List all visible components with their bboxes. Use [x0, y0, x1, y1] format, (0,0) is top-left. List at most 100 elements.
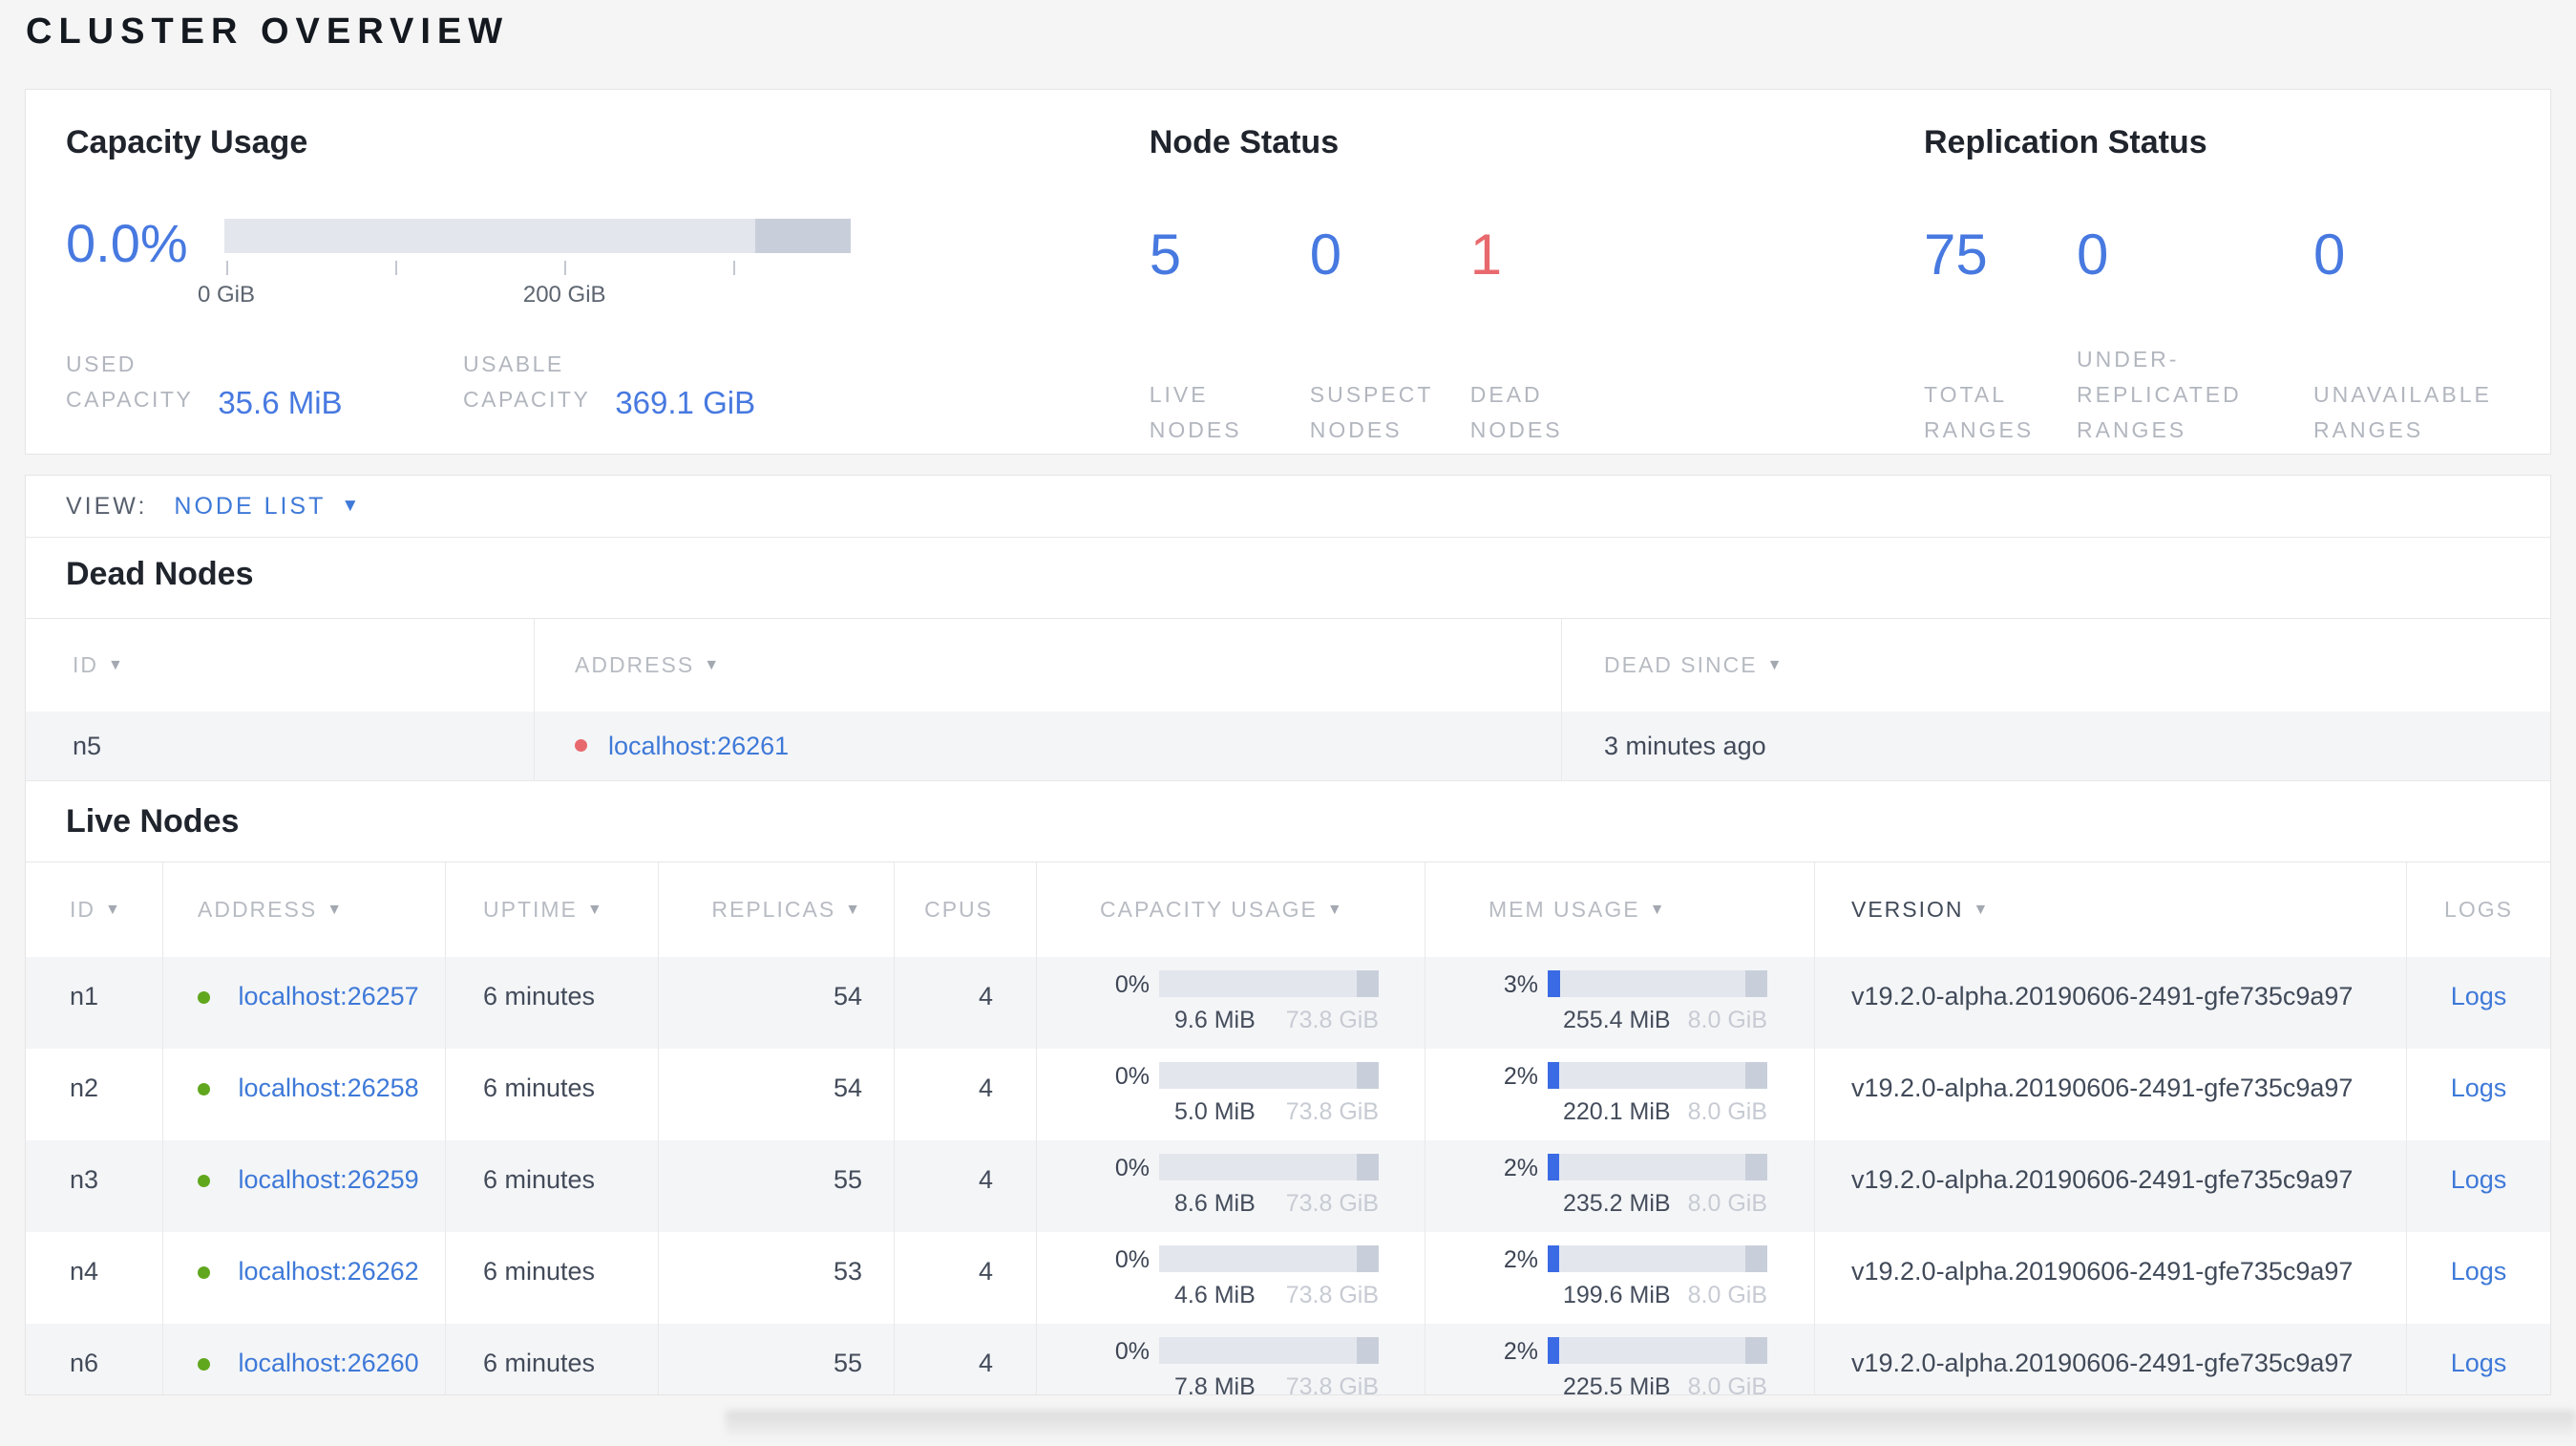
node-address-link[interactable]: localhost:26259	[239, 1165, 419, 1194]
logs-cell: Logs	[2407, 1140, 2550, 1232]
sort-arrow-icon: ▼	[845, 901, 862, 918]
used-capacity-stat: USED CAPACITY 35.6 MiB	[66, 347, 463, 418]
view-label: VIEW:	[66, 492, 148, 520]
mem-bar	[1548, 1062, 1767, 1089]
dead-status-dot-icon	[575, 738, 587, 752]
column-header-mem-usage[interactable]: MEM USAGE ▼	[1425, 862, 1815, 957]
node-address-cell: localhost:26258	[163, 1049, 446, 1140]
dead-nodes-header-row: ID ▼ ADDRESS ▼ DEAD SINCE ▼	[26, 618, 2550, 712]
node-id-cell: n4	[26, 1232, 163, 1324]
label-line: UNAVAILABLE	[2313, 382, 2492, 407]
node-status-stats: 5 LIVE NODES 0 SUSPECT NODES 1 DEAD NODE…	[1150, 224, 1924, 448]
node-address-link[interactable]: localhost:26262	[239, 1257, 419, 1286]
dead-since-cell: 3 minutes ago	[1604, 731, 1766, 760]
mem-usage-cell: 2% 235.2 MiB 8.0 GiB	[1425, 1140, 1815, 1232]
dead-nodes-count: 1	[1469, 223, 1503, 287]
column-header-id[interactable]: ID ▼	[26, 619, 535, 712]
capacity-used-value: 8.6 MiB	[1174, 1190, 1256, 1217]
column-header-id[interactable]: ID ▼	[26, 862, 163, 957]
node-address-link[interactable]: localhost:26261	[608, 732, 789, 761]
capacity-bar	[1159, 1245, 1379, 1272]
node-address-link[interactable]: localhost:26257	[239, 982, 419, 1010]
column-header-uptime[interactable]: UPTIME ▼	[446, 862, 659, 957]
capacity-percent: 0%	[1114, 1155, 1150, 1181]
column-header-address[interactable]: ADDRESS ▼	[163, 862, 446, 957]
live-nodes-stat: 5 LIVE NODES	[1150, 224, 1310, 448]
capacity-used-value: 5.0 MiB	[1174, 1098, 1256, 1125]
column-header-cpus: CPUS	[895, 862, 1037, 957]
logs-cell: Logs	[2407, 1232, 2550, 1324]
capacity-percent: 0%	[1114, 1063, 1150, 1090]
column-header-address[interactable]: ADDRESS ▼	[535, 619, 1562, 712]
live-nodes-title: Live Nodes	[66, 803, 240, 840]
column-header-dead-since[interactable]: DEAD SINCE ▼	[1562, 619, 2550, 712]
label-line: DEAD	[1469, 382, 1543, 407]
sort-arrow-icon: ▼	[704, 656, 722, 673]
under-replicated-ranges-stat: 0 UNDER- REPLICATED RANGES	[2077, 224, 2313, 448]
column-header-capacity-usage[interactable]: CAPACITY USAGE ▼	[1037, 862, 1425, 957]
live-nodes-table: ID ▼ ADDRESS ▼ UPTIME ▼ REPLICAS ▼ CPUS CAPA…	[26, 861, 2550, 1395]
node-address-cell: localhost:26259	[163, 1140, 446, 1232]
mem-percent: 2%	[1503, 1063, 1538, 1090]
mem-percent: 2%	[1503, 1246, 1538, 1273]
logs-cell: Logs	[2407, 1324, 2550, 1394]
table-row: n5 localhost:26261 3 minutes ago	[26, 712, 2550, 781]
suspect-nodes-count: 0	[1309, 223, 1342, 287]
replicas-cell: 55	[659, 1140, 895, 1232]
capacity-usage-cell: 0% 7.8 MiB 73.8 GiB	[1037, 1324, 1425, 1395]
logs-link[interactable]: Logs	[2451, 1257, 2507, 1286]
axis-label-200gib: 200 GiB	[522, 282, 606, 308]
capacity-usage-cell: 0% 8.6 MiB 73.8 GiB	[1037, 1140, 1425, 1232]
version-cell: v19.2.0-alpha.20190606-2491-gfe735c9a97	[1815, 1232, 2407, 1324]
logs-link[interactable]: Logs	[2451, 1074, 2507, 1102]
capacity-used-value: 4.6 MiB	[1174, 1282, 1256, 1308]
capacity-total-value: 73.8 GiB	[1285, 1373, 1379, 1395]
live-status-dot-icon	[198, 1083, 210, 1095]
replicas-cell: 54	[659, 1049, 895, 1140]
column-header-version[interactable]: VERSION ▼	[1815, 862, 2407, 957]
uptime-cell: 6 minutes	[446, 1324, 659, 1394]
mem-used-value: 220.1 MiB	[1563, 1098, 1671, 1125]
label-line: NODES	[1149, 417, 1242, 442]
capacity-usage-cell: 0% 4.6 MiB 73.8 GiB	[1037, 1232, 1425, 1324]
table-row: n4 localhost:26262 6 minutes 53 4 0% 4.6…	[26, 1232, 2550, 1324]
logs-link[interactable]: Logs	[2451, 1349, 2507, 1377]
cpus-cell: 4	[895, 1140, 1037, 1232]
mem-bar	[1548, 970, 1767, 997]
node-id-cell: n3	[26, 1140, 163, 1232]
logs-link[interactable]: Logs	[2451, 982, 2507, 1010]
under-replicated-count: 0	[2077, 223, 2109, 287]
replicas-cell: 53	[659, 1232, 895, 1324]
dead-nodes-stat: 1 DEAD NODES	[1470, 224, 1631, 448]
live-nodes-count: 5	[1149, 223, 1182, 287]
view-dropdown[interactable]: NODE LIST ▼	[174, 493, 362, 521]
node-address-link[interactable]: localhost:26260	[239, 1349, 419, 1377]
view-selector-bar: VIEW: NODE LIST ▼	[26, 476, 2550, 538]
used-capacity-label: USED CAPACITY	[66, 347, 193, 417]
total-ranges-stat: 75 TOTAL RANGES	[1924, 224, 2077, 448]
node-address-link[interactable]: localhost:26258	[239, 1074, 419, 1102]
capacity-used-value: 7.8 MiB	[1174, 1373, 1256, 1395]
node-status-section: Node Status 5 LIVE NODES 0 SUSPECT NODES	[1150, 90, 1924, 454]
live-nodes-label: LIVE NODES	[1150, 341, 1310, 448]
sort-arrow-icon: ▼	[105, 901, 122, 918]
capacity-total-value: 73.8 GiB	[1285, 1282, 1379, 1308]
version-cell: v19.2.0-alpha.20190606-2491-gfe735c9a97	[1815, 1049, 2407, 1140]
dead-nodes-table: ID ▼ ADDRESS ▼ DEAD SINCE ▼ n5 localhost:26…	[26, 618, 2550, 781]
logs-link[interactable]: Logs	[2451, 1165, 2507, 1194]
version-cell: v19.2.0-alpha.20190606-2491-gfe735c9a97	[1815, 957, 2407, 1049]
unavailable-label: UNAVAILABLE RANGES	[2313, 341, 2550, 448]
capacity-usage-section: Capacity Usage 0.0% 0 GiB 200 GiB USED C…	[66, 90, 1150, 454]
axis-tick	[395, 261, 398, 275]
label-line: UNDER-	[2077, 347, 2180, 372]
label-line: USABLE	[463, 351, 564, 376]
under-replicated-label: UNDER- REPLICATED RANGES	[2077, 341, 2313, 448]
mem-used-value: 235.2 MiB	[1563, 1190, 1671, 1217]
live-nodes-header-row: ID ▼ ADDRESS ▼ UPTIME ▼ REPLICAS ▼ CPUS CAPA…	[26, 861, 2550, 957]
capacity-usage-cell: 0% 9.6 MiB 73.8 GiB	[1037, 957, 1425, 1049]
node-id-cell: n1	[26, 957, 163, 1049]
column-header-replicas[interactable]: REPLICAS ▼	[659, 862, 895, 957]
capacity-used-value: 9.6 MiB	[1174, 1007, 1256, 1033]
page-title: CLUSTER OVERVIEW	[26, 11, 510, 52]
mem-usage-cell: 2% 225.5 MiB 8.0 GiB	[1425, 1324, 1815, 1394]
